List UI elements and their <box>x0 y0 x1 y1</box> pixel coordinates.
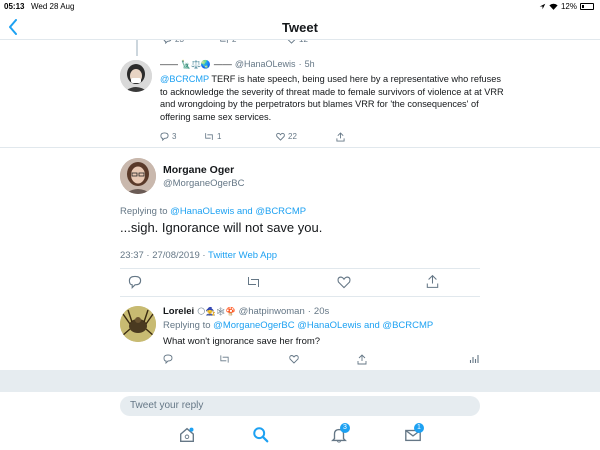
replying-prefix: Replying to <box>163 320 211 331</box>
user-handle[interactable]: @hatpinwoman <box>239 306 305 317</box>
divider <box>120 296 480 297</box>
notifications-badge: 3 <box>340 423 350 433</box>
retweet-count: 1 <box>217 132 222 141</box>
home-icon <box>180 427 194 442</box>
tweet-text: What won't ignorance save her from? <box>163 336 321 347</box>
retweet-button[interactable]: 1 <box>204 132 221 141</box>
tweet-header: —— 🗽⚖️🌏 —— @HanaOLewis · 5h <box>160 59 315 69</box>
like-button[interactable]: 22 <box>276 132 297 141</box>
reply-icon <box>128 275 142 289</box>
avatar[interactable] <box>120 60 152 92</box>
battery-percent: 12% <box>560 2 577 11</box>
tweet-header: Lorelei 🌕🧙🕸🍄 @hatpinwoman · 20s <box>163 306 329 317</box>
wifi-icon <box>549 3 558 10</box>
display-name[interactable]: Morgane Oger <box>163 164 234 176</box>
tweet-actions: 3 1 22 <box>160 132 360 144</box>
heart-icon <box>337 276 351 289</box>
tweet-time: 20s <box>313 306 330 317</box>
reply-button[interactable]: 3 <box>160 132 176 141</box>
parent-tweet[interactable]: —— 🗽⚖️🌏 —— @HanaOLewis · 5h @BCRCMP TERF… <box>0 56 600 148</box>
retweet-icon <box>248 277 259 287</box>
reply-button[interactable] <box>163 354 173 364</box>
section-spacer <box>0 370 600 392</box>
retweet-icon <box>220 355 229 363</box>
bar-chart-icon <box>469 355 479 363</box>
user-handle[interactable]: @MorganeOgerBC <box>163 178 244 189</box>
tweet-time: 5h <box>304 59 315 69</box>
replying-to-links[interactable]: @MorganeOgerBC @HanaOLewis and @BCRCMP <box>213 320 433 331</box>
status-date: Wed 28 Aug <box>31 2 75 11</box>
reply-tweet[interactable]: Lorelei 🌕🧙🕸🍄 @hatpinwoman · 20s Replying… <box>0 298 600 370</box>
retweet-button[interactable] <box>246 275 261 289</box>
battery-icon <box>580 3 594 10</box>
previous-like-action[interactable]: 12 <box>287 40 308 44</box>
tweet-actions <box>120 274 480 290</box>
replying-to-links[interactable]: @HanaOLewis and @BCRCMP <box>170 206 306 217</box>
previous-retweet-count: 2 <box>232 40 236 44</box>
divider <box>120 268 480 269</box>
reply-button[interactable] <box>128 275 142 289</box>
replying-to: Replying to @MorganeOgerBC @HanaOLewis a… <box>163 320 433 331</box>
display-name[interactable]: Lorelei <box>163 306 194 317</box>
reply-count: 3 <box>172 132 177 141</box>
previous-retweet-action[interactable]: 2 <box>219 40 236 44</box>
share-button[interactable] <box>357 354 367 365</box>
tweet-source-link[interactable]: Twitter Web App <box>208 250 277 261</box>
status-right: 12% <box>539 2 594 11</box>
analytics-button[interactable] <box>469 354 479 364</box>
tab-messages[interactable]: 1 <box>404 423 424 446</box>
share-icon <box>336 132 345 142</box>
messages-badge: 1 <box>414 423 424 433</box>
share-button[interactable] <box>426 274 439 289</box>
retweet-button[interactable] <box>219 354 230 364</box>
like-button[interactable] <box>337 275 351 289</box>
reply-icon <box>160 132 169 141</box>
previous-like-count: 12 <box>299 40 308 44</box>
tweet-actions <box>163 354 483 366</box>
page-title: Tweet <box>282 20 318 35</box>
like-count: 22 <box>288 132 297 141</box>
thread-connector <box>136 40 138 56</box>
display-name-emoji: 🌕🧙🕸🍄 <box>197 307 236 316</box>
tweet-text: ...sigh. Ignorance will not save you. <box>120 220 323 235</box>
status-bar: 05:13 Wed 28 Aug 12% <box>0 0 600 14</box>
separator-dot: · <box>307 306 311 317</box>
location-icon <box>539 3 546 10</box>
replying-to: Replying to @HanaOLewis and @BCRCMP <box>120 206 306 217</box>
display-name-tail: —— <box>213 59 232 69</box>
previous-tweet-actions: 23 2 12 <box>163 40 483 48</box>
tweet-meta: 23:37 · 27/08/2019 · Twitter Web App <box>120 250 277 261</box>
tab-search[interactable] <box>252 426 272 446</box>
tab-bar: 3 1 <box>0 422 600 450</box>
retweet-icon <box>205 133 213 140</box>
status-time: 05:13 <box>4 2 25 11</box>
avatar[interactable] <box>120 306 156 342</box>
avatar[interactable] <box>120 158 156 194</box>
reply-composer-input[interactable]: Tweet your reply <box>120 396 480 416</box>
tweet-text: @BCRCMP TERF is hate speech, being used … <box>160 73 505 123</box>
share-icon <box>357 354 367 365</box>
heart-icon <box>276 132 285 141</box>
heart-icon <box>289 355 299 364</box>
nav-bar: Tweet <box>0 14 600 40</box>
display-name-emoji: 🗽⚖️🌏 <box>181 59 211 69</box>
previous-reply-count: 23 <box>175 40 184 44</box>
tab-home[interactable] <box>178 426 198 446</box>
tweet-body: TERF is hate speech, being used here by … <box>160 74 504 122</box>
user-handle[interactable]: @HanaOLewis <box>235 59 296 69</box>
display-name[interactable]: —— <box>160 59 178 69</box>
search-icon <box>253 427 269 443</box>
reply-icon <box>163 354 173 364</box>
previous-reply-action[interactable]: 23 <box>163 40 184 44</box>
mention-link[interactable]: @BCRCMP <box>160 74 209 84</box>
share-button[interactable] <box>336 132 345 142</box>
share-icon <box>426 274 439 288</box>
tweet-timestamp: 23:37 · 27/08/2019 · <box>120 250 209 261</box>
like-button[interactable] <box>289 354 299 364</box>
separator-dot: · <box>298 59 302 69</box>
focused-tweet: Morgane Oger @MorganeOgerBC Replying to … <box>0 148 600 298</box>
replying-prefix: Replying to <box>120 206 168 217</box>
tab-notifications[interactable]: 3 <box>330 423 350 446</box>
